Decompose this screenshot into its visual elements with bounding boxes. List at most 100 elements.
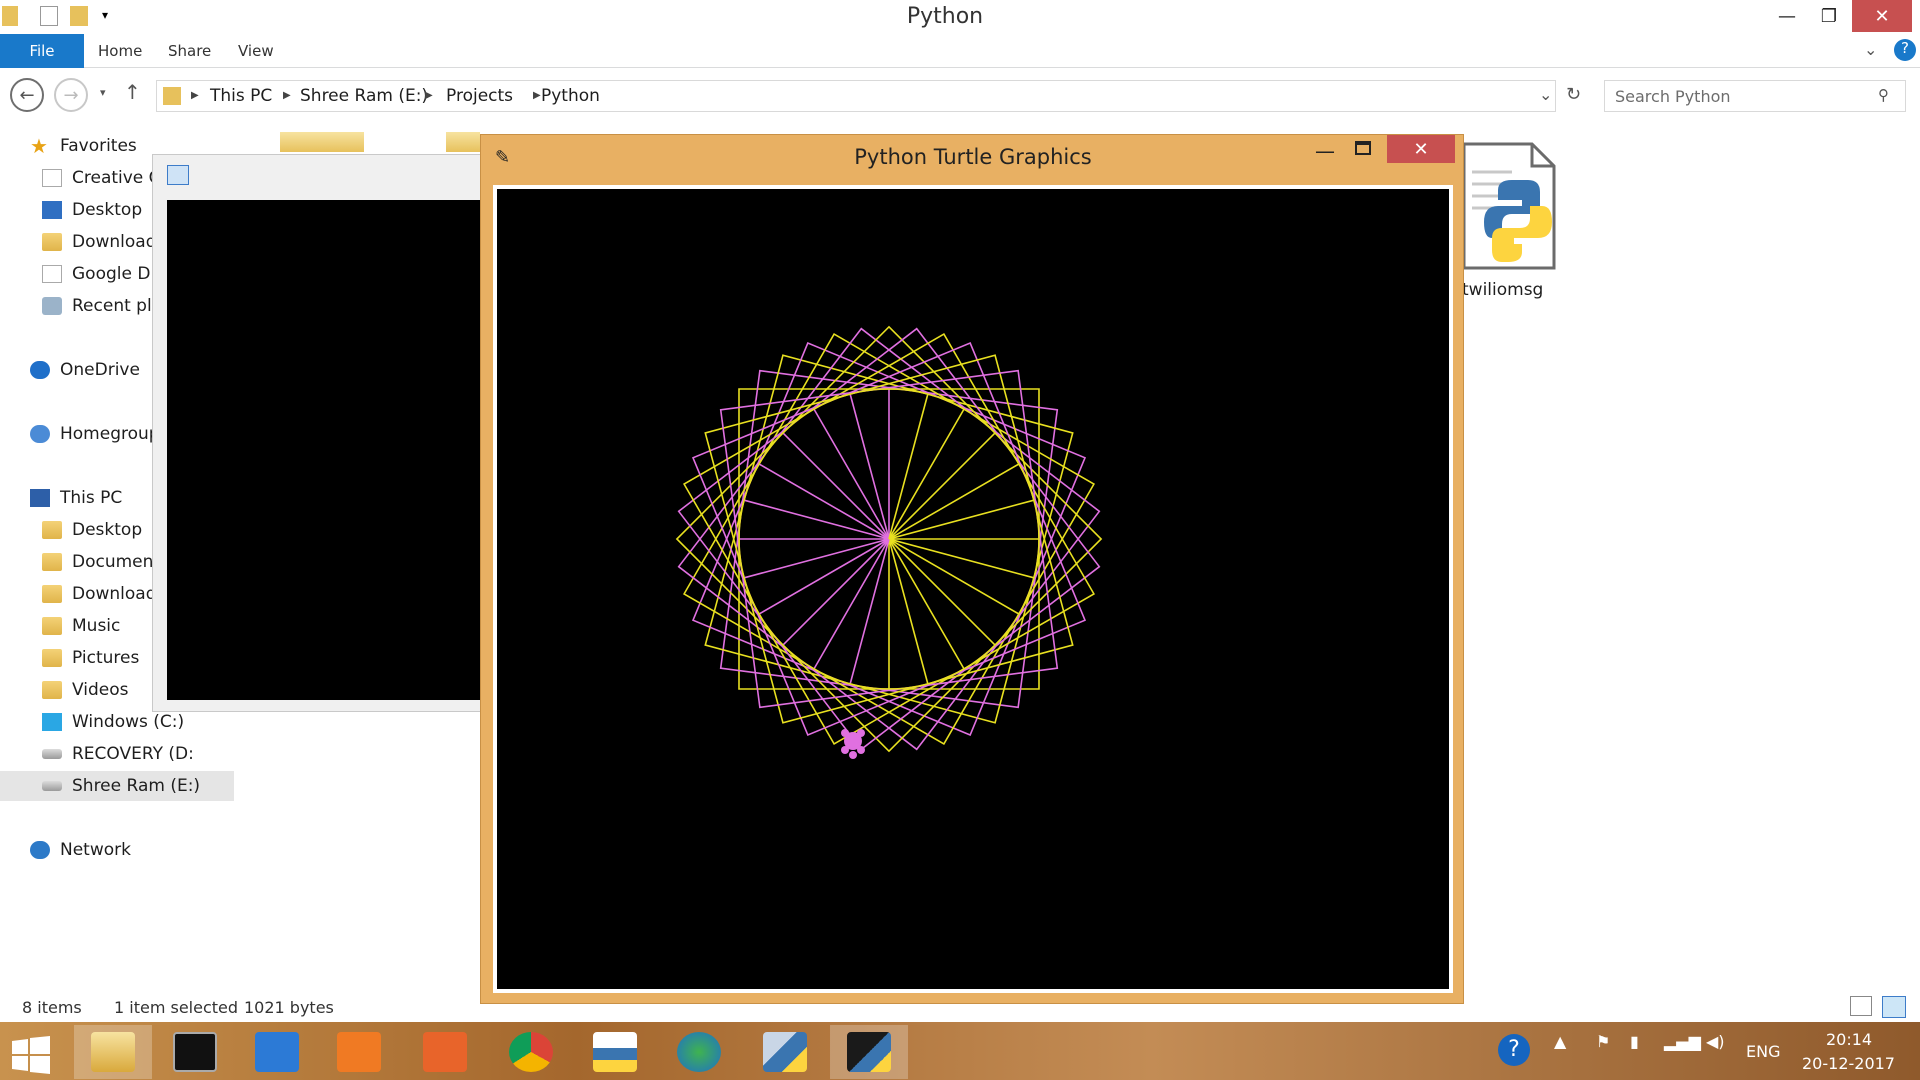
forward-button[interactable]: → (54, 78, 88, 112)
file-explorer-icon (91, 1032, 135, 1072)
turtle-minimize-button[interactable]: — (1315, 139, 1335, 163)
breadcrumb-separator-icon[interactable]: ▶ (533, 90, 541, 101)
nav-label: Desktop (72, 200, 143, 220)
spiro-ray (849, 393, 890, 540)
nav-item-google-drive[interactable]: Google Dri (0, 259, 152, 289)
onedrive-icon (30, 361, 50, 379)
breadcrumb-separator-icon[interactable]: ▶ (283, 90, 291, 101)
file-icon (42, 169, 62, 187)
tab-home[interactable]: Home (98, 42, 142, 60)
help-tray-icon[interactable]: ? (1498, 1034, 1530, 1066)
taskbar-chrome[interactable] (492, 1025, 570, 1079)
nav-network[interactable]: Network (0, 835, 232, 865)
search-icon[interactable]: ⚲ (1878, 86, 1889, 104)
help-icon[interactable]: ? (1894, 39, 1916, 61)
music-folder-icon (42, 617, 62, 635)
search-input[interactable]: Search Python (1604, 80, 1906, 112)
file-twiliomsg[interactable] (1462, 142, 1572, 274)
taskbar-python-shell[interactable] (830, 1025, 908, 1079)
spiro-ray (743, 499, 890, 540)
recent-locations-icon[interactable]: ▾ (100, 86, 106, 99)
turtle-maximize-button[interactable] (1355, 141, 1371, 155)
folder-icon[interactable] (280, 132, 364, 152)
clock-time[interactable]: 20:14 (1826, 1030, 1872, 1049)
nav-item-recent-places[interactable]: Recent pla (0, 291, 152, 321)
spiro-ray (888, 408, 965, 540)
computer-icon (30, 489, 50, 507)
taskbar: ? ▲ ⚑ ▮ ▂▄▆ ◀) ENG 20:14 20-12-2017 (0, 1022, 1920, 1080)
nav-item-drive-e[interactable]: Shree Ram (E:) (0, 771, 234, 801)
address-dropdown-icon[interactable]: ⌄ (1539, 85, 1552, 104)
tab-share[interactable]: Share (168, 42, 211, 60)
volume-icon[interactable]: ◀) (1706, 1032, 1725, 1051)
wifi-signal-icon[interactable]: ▂▄▆ (1664, 1032, 1701, 1051)
start-button[interactable] (12, 1036, 50, 1074)
spiro-ray (888, 499, 1035, 540)
download-manager-icon (677, 1032, 721, 1072)
breadcrumb-separator-icon[interactable]: ▶ (425, 90, 433, 101)
folder-icon (42, 585, 62, 603)
address-bar[interactable]: ▶ This PC ▶ Shree Ram (E:) ▶ Projects ▶ … (156, 80, 1556, 112)
breadcrumb-python[interactable]: Python (541, 86, 600, 106)
back-button[interactable]: ← (10, 78, 44, 112)
refresh-icon[interactable]: ↻ (1566, 84, 1581, 105)
folder-icon (42, 521, 62, 539)
turtle-close-button[interactable]: ✕ (1387, 135, 1455, 163)
tab-file[interactable]: File (0, 34, 84, 68)
console-window[interactable] (152, 154, 493, 712)
breadcrumb-this-pc[interactable]: This PC (210, 86, 272, 106)
large-icons-view-icon[interactable] (1882, 996, 1906, 1018)
battery-icon[interactable]: ▮ (1630, 1032, 1639, 1051)
maximize-button[interactable]: ❐ (1806, 0, 1852, 32)
console-screen[interactable] (167, 200, 493, 700)
nav-label: Download: (72, 232, 152, 252)
breadcrumb-separator-icon[interactable]: ▶ (191, 90, 199, 101)
taskbar-download-manager[interactable] (660, 1025, 738, 1079)
desktop-icon (42, 201, 62, 219)
input-language[interactable]: ENG (1746, 1042, 1780, 1061)
turtle-window[interactable]: ✎ Python Turtle Graphics — ✕ (480, 134, 1464, 1004)
nav-item-pc-desktop[interactable]: Desktop (0, 515, 152, 545)
action-center-flag-icon[interactable]: ⚑ (1596, 1032, 1610, 1051)
videos-folder-icon (42, 681, 62, 699)
expand-ribbon-icon[interactable]: ⌄ (1864, 40, 1877, 59)
file-label-twiliomsg[interactable]: twiliomsg (1462, 280, 1543, 300)
nav-item-drive-d[interactable]: RECOVERY (D:) (0, 739, 192, 769)
taskbar-screen-capture[interactable] (406, 1025, 484, 1079)
taskbar-python-launcher[interactable] (746, 1025, 824, 1079)
nav-item-pictures[interactable]: Pictures (0, 643, 152, 673)
status-bar: 8 items 1 item selected 1021 bytes (0, 994, 1920, 1022)
nav-item-downloads[interactable]: Download: (0, 227, 152, 257)
breadcrumb-projects[interactable]: Projects (446, 86, 513, 106)
details-view-icon[interactable] (1850, 996, 1872, 1016)
nav-item-pc-downloads[interactable]: Download: (0, 579, 152, 609)
taskbar-command-prompt[interactable] (156, 1025, 234, 1079)
turtle-canvas-frame (493, 185, 1453, 993)
tab-view[interactable]: View (238, 42, 274, 60)
window-title: Python (906, 4, 984, 29)
nav-item-documents[interactable]: Document (0, 547, 152, 577)
spiro-ray (888, 538, 929, 685)
spiro-ray (782, 432, 890, 540)
close-button[interactable]: ✕ (1852, 0, 1912, 32)
camera-icon (423, 1032, 467, 1072)
nav-label: OneDrive (60, 360, 140, 380)
chrome-icon (509, 1032, 553, 1072)
nav-item-creative-cloud[interactable]: Creative Cl (0, 163, 152, 193)
taskbar-file-explorer[interactable] (74, 1025, 152, 1079)
nav-item-music[interactable]: Music (0, 611, 152, 641)
up-arrow-icon[interactable]: ↑ (124, 80, 141, 104)
breadcrumb-drive[interactable]: Shree Ram (E:) (300, 86, 428, 106)
folder-icon[interactable] (446, 132, 480, 152)
nav-item-videos[interactable]: Videos (0, 675, 152, 705)
taskbar-vscode[interactable] (238, 1025, 316, 1079)
taskbar-python-file[interactable] (576, 1025, 654, 1079)
turtle-canvas[interactable] (497, 189, 1449, 989)
nav-label: Creative Cl (72, 168, 152, 188)
minimize-button[interactable]: — (1764, 0, 1810, 32)
clock-date[interactable]: 20-12-2017 (1802, 1054, 1895, 1073)
taskbar-snipping-tool[interactable] (320, 1025, 398, 1079)
show-hidden-icons[interactable]: ▲ (1554, 1032, 1566, 1051)
nav-item-desktop[interactable]: Desktop (0, 195, 152, 225)
nav-label: Google Dri (72, 264, 152, 284)
